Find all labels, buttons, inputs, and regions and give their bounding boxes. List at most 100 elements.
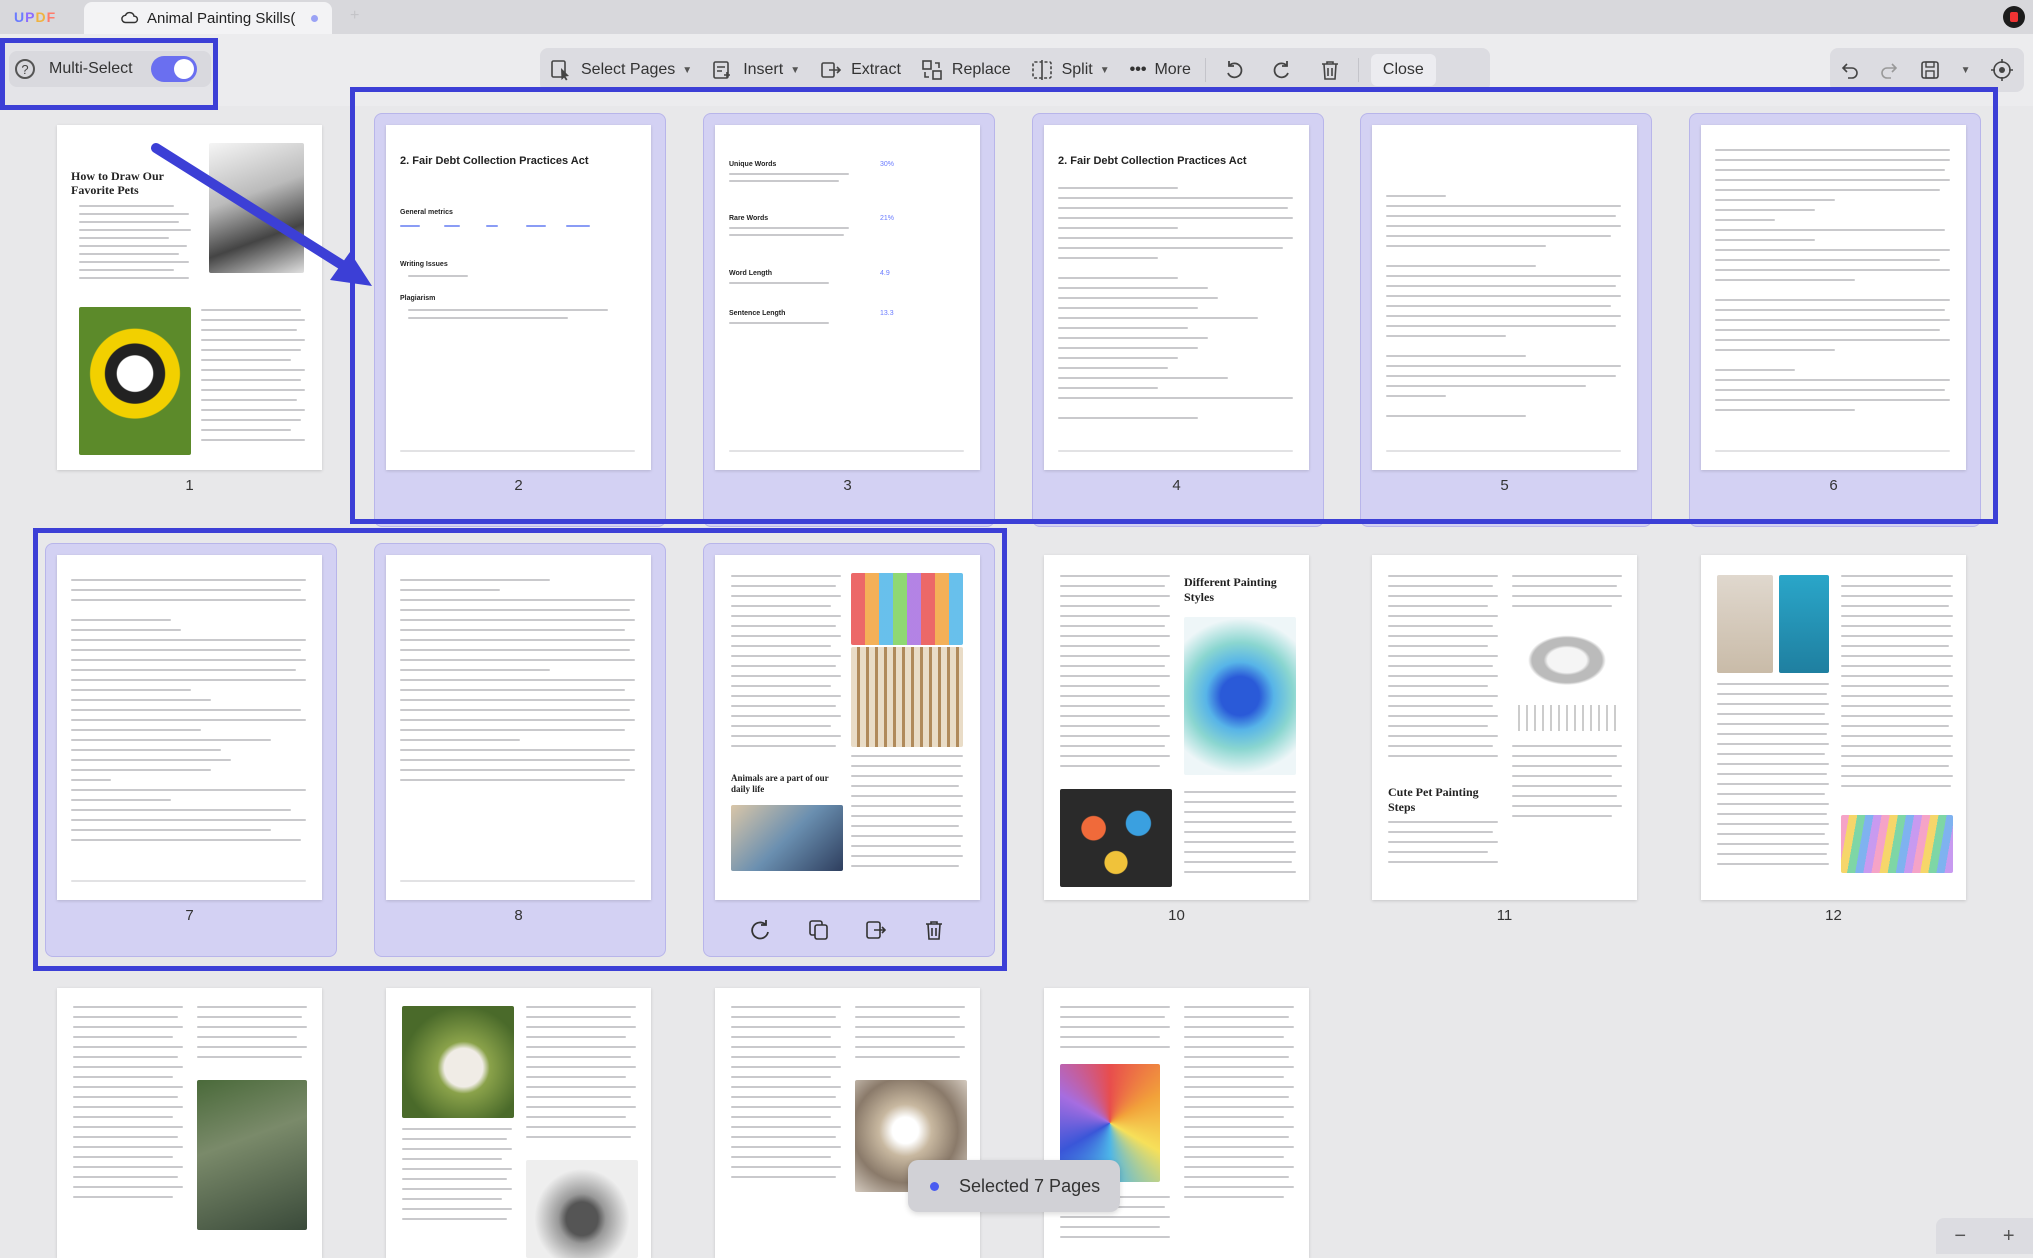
select-pages-button[interactable]: Select Pages ▼ (540, 48, 702, 92)
multi-select-highlight: ? Multi-Select (0, 38, 218, 110)
page-number: 4 (1172, 477, 1181, 494)
split-button[interactable]: Split ▼ (1021, 48, 1120, 92)
app-logo[interactable]: UPDF (14, 9, 56, 25)
page-number: 7 (185, 907, 194, 924)
statue-image (1717, 575, 1773, 673)
page-7-preview (57, 555, 322, 900)
rotate-left-button[interactable] (1210, 48, 1258, 92)
unique-words-label: Unique Words (729, 161, 777, 168)
page-number: 5 (1500, 477, 1509, 494)
page-16-preview (1044, 988, 1309, 1258)
undo-icon[interactable] (1840, 60, 1860, 80)
page-11-preview: Cute Pet Painting Steps (1372, 555, 1637, 900)
page-organize-toolbar: Select Pages ▼ Insert ▼ Extract Replace Sp… (540, 48, 1490, 92)
annotation-arrow-icon (151, 143, 372, 286)
extract-icon (821, 62, 842, 78)
tab-title: Animal Painting Skills( (147, 9, 296, 27)
rotate-left-icon (1227, 61, 1243, 79)
page-actions (715, 915, 980, 945)
page-13-preview (57, 988, 322, 1258)
select-pages-icon (551, 60, 569, 81)
corgi-sketch-image (1512, 625, 1622, 689)
save-icon[interactable] (1919, 59, 1941, 81)
page-9-title: Animals are a part of our daily life (731, 773, 829, 794)
more-icon: ••• (1129, 61, 1147, 78)
redo-icon[interactable] (1879, 60, 1899, 80)
insert-icon (713, 61, 731, 79)
unsaved-dot (311, 15, 318, 22)
multi-select-control: ? Multi-Select (9, 51, 211, 87)
more-button[interactable]: ••• More (1120, 48, 1201, 92)
paint-palette-image (851, 573, 963, 645)
page-number: 10 (1168, 907, 1185, 924)
zoom-in-button[interactable]: + (2003, 1225, 2015, 1248)
page-number: 3 (843, 477, 852, 494)
trash-icon (1321, 61, 1338, 80)
title-bar: UPDF Animal Painting Skills( + (0, 0, 2033, 34)
selected-pages-count: Selected 7 Pages (959, 1175, 1101, 1196)
delete-button[interactable] (1306, 48, 1354, 92)
sketch-steps-image (1512, 705, 1622, 731)
save-menu-chevron-icon[interactable]: ▼ (1961, 65, 1971, 76)
rabbit-sketch-image (526, 1160, 638, 1258)
insert-button[interactable]: Insert ▼ (702, 48, 810, 92)
embroidery-dog-image (79, 307, 191, 455)
pet-photo-image (197, 1080, 307, 1230)
rotate-right-icon (1273, 61, 1289, 79)
page-10-preview: Different Painting Styles (1044, 555, 1309, 900)
page-11-title: Cute Pet Painting Steps (1388, 785, 1479, 814)
page-number: 1 (185, 477, 194, 494)
record-icon[interactable] (2003, 6, 2025, 28)
painting-desk-image (731, 805, 843, 871)
rotate-page-icon[interactable] (749, 918, 773, 942)
page-number: 8 (514, 907, 523, 924)
page-number: 2 (514, 477, 523, 494)
colored-pencils-image (1841, 815, 1953, 873)
page-4-preview: 2. Fair Debt Collection Practices Act (1044, 125, 1309, 470)
cloud-icon (121, 11, 139, 24)
selection-status-pill: Selected 7 Pages (908, 1160, 1120, 1212)
extract-page-icon[interactable] (864, 918, 888, 942)
close-button[interactable]: Close (1370, 54, 1436, 86)
general-metrics-label: General metrics (400, 209, 453, 216)
page-6-preview (1701, 125, 1966, 470)
page-number: 11 (1496, 907, 1513, 924)
watercolor-image (1184, 617, 1296, 775)
page-15-preview (715, 988, 980, 1258)
delete-page-icon[interactable] (922, 918, 946, 942)
status-dot-icon (930, 1181, 939, 1191)
page-12-preview (1701, 555, 1966, 900)
page-9-preview: Animals are a part of our daily life (715, 555, 980, 900)
page-14-preview (386, 988, 651, 1258)
page-4-title: 2. Fair Debt Collection Practices Act (1058, 155, 1247, 167)
zoom-out-button[interactable]: − (1954, 1225, 1966, 1248)
right-toolbar: ▼ (1830, 48, 2024, 92)
extract-button[interactable]: Extract (810, 48, 911, 92)
ai-assistant-icon[interactable] (1990, 58, 2014, 82)
replace-button[interactable]: Replace (911, 48, 1021, 92)
page-3-preview: Unique Words 30% Rare Words 21% Word Len… (715, 125, 980, 470)
zoom-control: − + (1936, 1218, 2033, 1254)
rotate-right-button[interactable] (1258, 48, 1306, 92)
plagiarism-label: Plagiarism (400, 295, 436, 302)
person-painting-image (1779, 575, 1829, 673)
help-icon[interactable]: ? (15, 59, 35, 79)
duplicate-page-icon[interactable] (807, 918, 831, 942)
page-number: 6 (1829, 477, 1838, 494)
page-8-preview (386, 555, 651, 900)
paint-cups-image (1060, 789, 1172, 887)
page-number: 12 (1825, 907, 1842, 924)
page-10-title: Different Painting Styles (1184, 575, 1277, 604)
paintbrushes-image (851, 647, 963, 747)
page-2-title: 2. Fair Debt Collection Practices Act (400, 155, 589, 167)
new-tab-button[interactable]: + (350, 7, 359, 25)
multi-select-label: Multi-Select (49, 60, 133, 77)
page-2-preview: 2. Fair Debt Collection Practices Act Ge… (386, 125, 651, 470)
rabbit-photo-image (402, 1006, 514, 1118)
writing-issues-label: Writing Issues (400, 261, 448, 268)
split-icon (1031, 60, 1052, 80)
replace-icon (922, 60, 942, 80)
multi-select-toggle[interactable] (150, 56, 197, 82)
page-5-preview (1372, 125, 1637, 470)
document-tab[interactable]: Animal Painting Skills( (84, 2, 332, 34)
